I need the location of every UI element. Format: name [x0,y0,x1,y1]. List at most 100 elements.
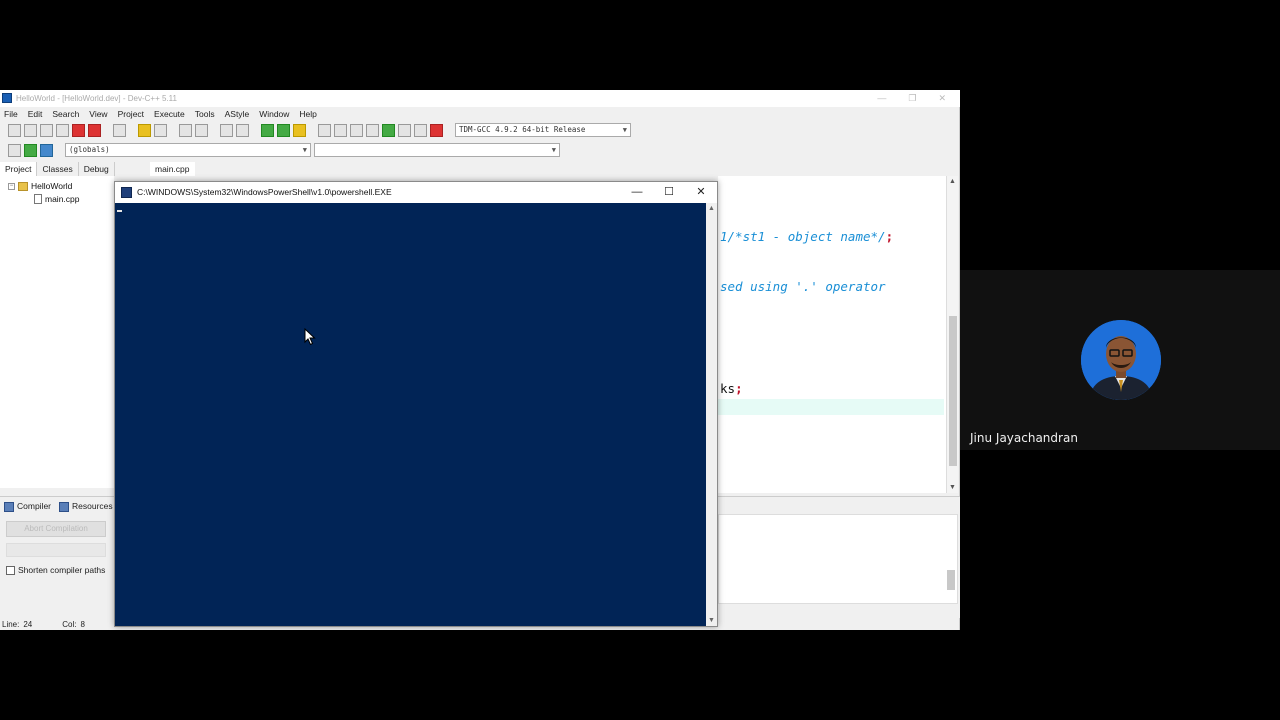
tree-project-label: HelloWorld [31,181,73,191]
tree-item-file[interactable]: main.cpp [34,194,80,204]
shorten-paths-label: Shorten compiler paths [18,565,106,575]
window-icon[interactable] [334,123,347,137]
menu-project[interactable]: Project [118,109,144,119]
ide-minimize-button[interactable]: — [877,90,886,107]
ps-close-button[interactable]: ✕ [685,182,717,203]
replace-icon[interactable] [195,123,208,137]
side-panel-tabs: Project Classes Debug [0,162,115,176]
scope-select-value: (globals) [69,145,110,154]
run-icon[interactable] [366,123,379,137]
menu-astyle[interactable]: AStyle [225,109,250,119]
indent-icon[interactable] [220,123,233,137]
chevron-down-icon: ▼ [551,146,556,154]
devcpp-app-icon [2,93,12,103]
resources-icon [59,501,70,512]
find-icon[interactable] [179,123,192,137]
compiler-log[interactable] [718,514,958,604]
ide-close-button[interactable]: ✕ [938,90,946,107]
mouse-pointer-icon [304,328,316,346]
tab-debug[interactable]: Debug [79,162,115,176]
participant-avatar [1081,320,1161,400]
ide-title-bar[interactable]: HelloWorld - [HelloWorld.dev] - Dev-C++ … [0,90,960,107]
unindent-icon[interactable] [236,123,249,137]
menu-file[interactable]: File [4,109,18,119]
scope-select[interactable]: (globals) ▼ [65,143,311,157]
ide-maximize-button[interactable]: ❐ [908,90,916,107]
check-icon[interactable] [382,123,395,137]
bookmark-icon[interactable] [277,123,290,137]
chart-icon[interactable] [414,123,427,137]
project-folder-icon [18,181,28,191]
grid-icon [4,501,14,512]
person-icon [1081,320,1161,400]
secondary-toolbar: (globals) ▼ ▼ [0,141,560,159]
menu-search[interactable]: Search [52,109,79,119]
tree-item-project[interactable]: − HelloWorld [8,181,72,191]
scroll-up-icon[interactable]: ▲ [949,178,956,185]
redo-icon[interactable] [154,123,167,137]
compiler-select[interactable]: TDM-GCC 4.9.2 64-bit Release ▼ [455,123,631,137]
compile-icon[interactable] [350,123,363,137]
ps-minimize-button[interactable]: — [621,182,653,203]
tab-project[interactable]: Project [0,162,38,176]
console-scrollbar[interactable]: ▲ ▼ [706,203,717,626]
close-file-icon[interactable] [72,123,85,137]
ps-maximize-button[interactable]: ☐ [653,182,685,203]
chevron-down-icon: ▼ [622,126,627,134]
code-editor[interactable]: 1/*st1 - object name*/; sed using '.' op… [718,176,948,493]
undo-icon[interactable] [138,123,151,137]
class-browser-icon[interactable] [8,143,21,157]
powershell-title-text: C:\WINDOWS\System32\WindowsPowerShell\v1… [137,187,392,197]
ide-window-controls: — ❐ ✕ [877,90,946,107]
new-file-icon[interactable] [8,123,21,137]
tab-resources[interactable]: Resources [59,501,113,512]
cpp-file-icon [34,194,42,204]
grid-icon[interactable] [318,123,331,137]
abort-compilation-button[interactable]: Abort Compilation [6,521,106,537]
menu-help[interactable]: Help [299,109,316,119]
compile-progress-bar [6,543,106,557]
collapse-icon[interactable]: − [8,182,15,190]
scrollbar-thumb[interactable] [949,316,957,466]
powershell-title-bar[interactable]: C:\WINDOWS\System32\WindowsPowerShell\v1… [115,182,717,203]
editor-tab-main-cpp[interactable]: main.cpp [150,162,195,176]
console-cursor [117,210,122,212]
powershell-console[interactable] [115,203,706,626]
menu-bar: File Edit Search View Project Execute To… [0,107,960,121]
scroll-down-icon[interactable]: ▼ [949,484,956,491]
function-select[interactable]: ▼ [314,143,560,157]
menu-window[interactable]: Window [259,109,289,119]
status-line-label: Line: [2,619,20,629]
open-file-icon[interactable] [24,123,37,137]
menu-execute[interactable]: Execute [154,109,185,119]
scroll-down-icon[interactable]: ▼ [708,617,715,624]
participant-name: Jinu Jayachandran [970,431,1078,445]
scroll-up-icon[interactable]: ▲ [708,205,715,212]
save-icon[interactable] [40,123,53,137]
close-all-icon[interactable] [88,123,101,137]
stop-icon[interactable] [398,123,411,137]
toggle-icon[interactable] [40,143,53,157]
editor-scrollbar[interactable]: ▲ ▼ [946,176,958,493]
log-scrollbar-thumb[interactable] [947,570,955,590]
tab-compiler[interactable]: Compiler [4,501,51,512]
goto-icon[interactable] [261,123,274,137]
save-all-icon[interactable] [56,123,69,137]
main-toolbar: TDM-GCC 4.9.2 64-bit Release ▼ [0,121,631,139]
shield-icon[interactable] [293,123,306,137]
powershell-window: C:\WINDOWS\System32\WindowsPowerShell\v1… [114,181,718,627]
status-col-value: 8 [80,619,85,629]
chevron-down-icon: ▼ [302,146,307,154]
menu-view[interactable]: View [89,109,107,119]
shorten-paths-checkbox[interactable] [6,565,15,575]
shorten-paths-option[interactable]: Shorten compiler paths [6,565,105,575]
debug-icon[interactable] [430,123,443,137]
print-icon[interactable] [113,123,126,137]
tab-classes[interactable]: Classes [37,162,79,176]
ide-title-text: HelloWorld - [HelloWorld.dev] - Dev-C++ … [16,94,177,103]
menu-edit[interactable]: Edit [28,109,43,119]
insert-icon[interactable] [24,143,37,157]
project-tree: − HelloWorld main.cpp [0,176,114,488]
menu-tools[interactable]: Tools [195,109,215,119]
powershell-icon [121,187,132,198]
